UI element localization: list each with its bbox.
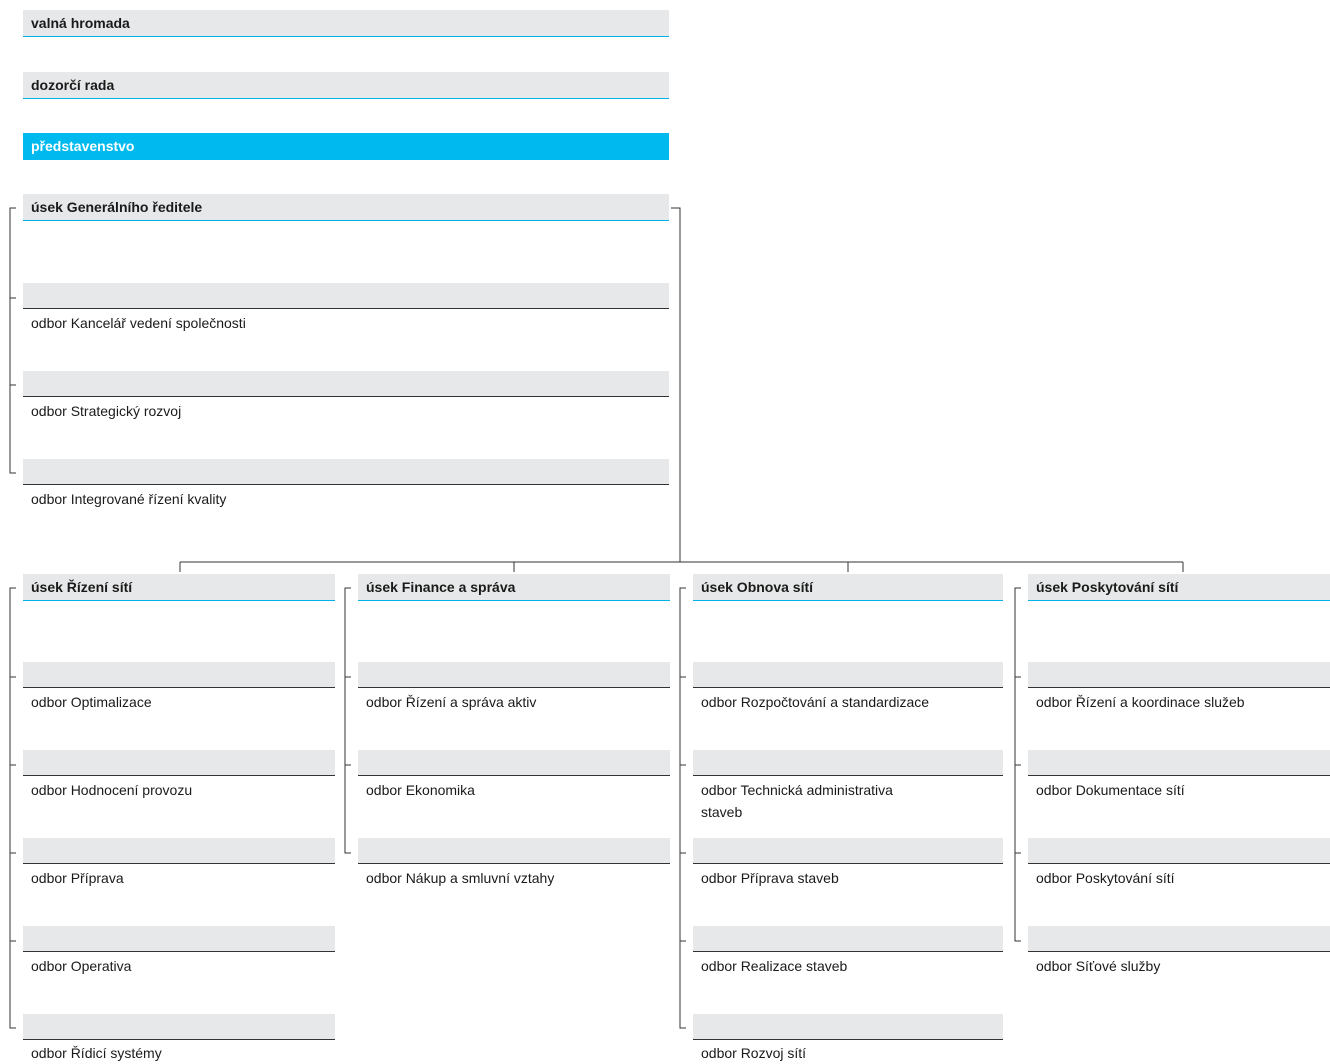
- section-2-dept-label-1: odbor Řízení a správa aktiv: [366, 694, 537, 710]
- section-4-dept-label-4: odbor Síťové služby: [1036, 958, 1161, 974]
- ceo-dept-bar-3: [23, 459, 669, 485]
- section-network-provision-header: úsek Poskytování sítí: [1028, 574, 1330, 601]
- section-1-dept-label-5: odbor Řídicí systémy: [31, 1045, 162, 1061]
- section-1-dept-label-2: odbor Hodnocení provozu: [31, 782, 193, 798]
- ceo-section-header: úsek Generálního ředitele: [23, 194, 669, 221]
- section-1-dept-bar-1: [23, 662, 335, 688]
- section-1-dept-bar-2: [23, 750, 335, 776]
- section-3-dept-bar-5: [693, 1014, 1003, 1040]
- section-finance-header: úsek Finance a správa: [358, 574, 670, 601]
- section-1-dept-label-1: odbor Optimalizace: [31, 694, 152, 710]
- section-network-control-header: úsek Řízení sítí: [23, 574, 335, 601]
- ceo-dept-bar-1: [23, 283, 669, 309]
- section-3-dept-bar-4: [693, 926, 1003, 952]
- section-4-dept-bar-1: [1028, 662, 1330, 688]
- section-3-dept-label-5: odbor Rozvoj sítí: [701, 1045, 807, 1061]
- section-3-dept-label-4: odbor Realizace staveb: [701, 958, 848, 974]
- section-3-dept-label-1: odbor Rozpočtování a standardizace: [701, 694, 930, 710]
- section-2-dept-bar-3: [358, 838, 670, 864]
- supervisory-board-box: dozorčí rada: [23, 72, 669, 99]
- ceo-dept-label-1: odbor Kancelář vedení společnosti: [31, 315, 246, 331]
- section-2-dept-label-3: odbor Nákup a smluvní vztahy: [366, 870, 555, 886]
- section-4-dept-label-2: odbor Dokumentace sítí: [1036, 782, 1185, 798]
- board-of-directors-box: představenstvo: [23, 133, 669, 160]
- section-4-dept-label-3: odbor Poskytování sítí: [1036, 870, 1175, 886]
- section-3-dept-bar-1: [693, 662, 1003, 688]
- section-4-dept-label-1: odbor Řízení a koordinace služeb: [1036, 694, 1245, 710]
- section-2-dept-bar-2: [358, 750, 670, 776]
- section-1-dept-label-4: odbor Operativa: [31, 958, 132, 974]
- ceo-dept-bar-2: [23, 371, 669, 397]
- section-3-dept-bar-2: [693, 750, 1003, 776]
- section-1-dept-bar-5: [23, 1014, 335, 1040]
- section-1-dept-label-3: odbor Příprava: [31, 870, 124, 886]
- section-3-dept-bar-3: [693, 838, 1003, 864]
- section-2-dept-bar-1: [358, 662, 670, 688]
- section-2-dept-label-2: odbor Ekonomika: [366, 782, 475, 798]
- ceo-dept-label-2: odbor Strategický rozvoj: [31, 403, 182, 419]
- general-meeting-box: valná hromada: [23, 10, 669, 37]
- section-4-dept-bar-3: [1028, 838, 1330, 864]
- section-4-dept-bar-4: [1028, 926, 1330, 952]
- section-1-dept-bar-3: [23, 838, 335, 864]
- section-3-dept-label-2: odbor Technická administrativa staveb: [701, 782, 893, 820]
- section-3-dept-label-3: odbor Příprava staveb: [701, 870, 839, 886]
- section-1-dept-bar-4: [23, 926, 335, 952]
- section-4-dept-bar-2: [1028, 750, 1330, 776]
- section-network-renewal-header: úsek Obnova sítí: [693, 574, 1003, 601]
- ceo-dept-label-3: odbor Integrované řízení kvality: [31, 491, 227, 507]
